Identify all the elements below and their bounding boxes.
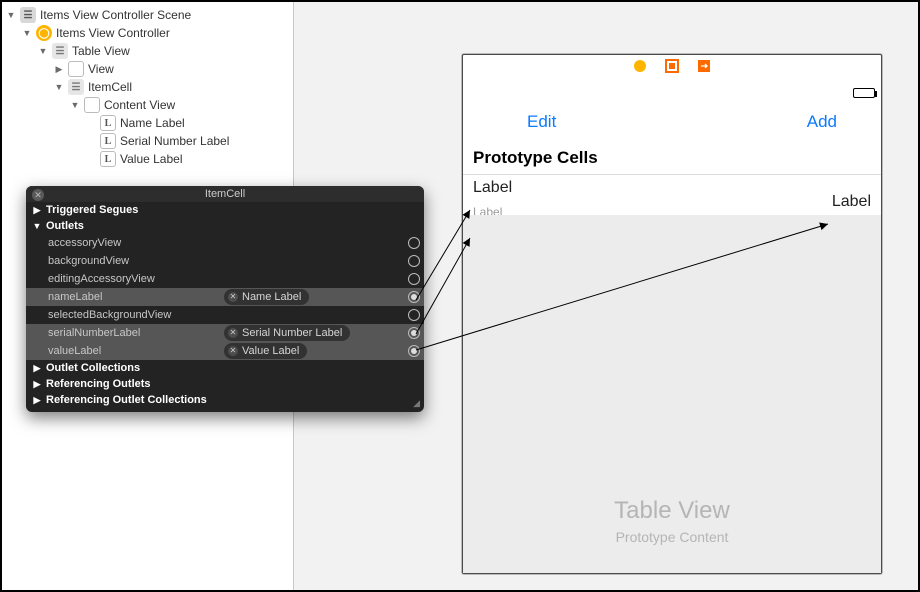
connection-pill[interactable]: ✕ Value Label bbox=[224, 343, 307, 359]
outline-label: View bbox=[88, 62, 114, 76]
view-icon bbox=[84, 97, 100, 113]
outlet-row-editingAccessoryView[interactable]: editingAccessoryView bbox=[26, 270, 424, 288]
section-referencing-outlets[interactable]: ▶Referencing Outlets bbox=[26, 376, 424, 392]
disclosure-triangle-icon[interactable]: ▼ bbox=[38, 46, 48, 56]
status-bar bbox=[463, 82, 881, 102]
outlet-row-accessoryView[interactable]: accessoryView bbox=[26, 234, 424, 252]
outline-value-label[interactable]: ▶ L Value Label bbox=[6, 150, 293, 168]
section-triggered-segues[interactable]: ▶Triggered Segues bbox=[26, 202, 424, 218]
add-button[interactable]: Add bbox=[807, 112, 837, 132]
disclosure-triangle-icon[interactable]: ▶ bbox=[32, 395, 42, 406]
disclosure-triangle-icon[interactable]: ▼ bbox=[54, 82, 64, 92]
outline-viewcontroller[interactable]: ▼ ◯ Items View Controller bbox=[6, 24, 293, 42]
view-icon bbox=[68, 61, 84, 77]
outline-view[interactable]: ▶ View bbox=[6, 60, 293, 78]
disclosure-triangle-icon[interactable]: ▼ bbox=[22, 28, 32, 38]
outlet-row-valueLabel[interactable]: valueLabel ✕ Value Label bbox=[26, 342, 424, 360]
scene-representation-icon[interactable] bbox=[633, 59, 647, 78]
outline-label: Value Label bbox=[120, 152, 183, 166]
connections-inspector-popup[interactable]: ✕ ItemCell ▶Triggered Segues ▼Outlets ac… bbox=[26, 186, 424, 412]
disclosure-triangle-icon[interactable]: ▼ bbox=[32, 221, 42, 231]
disconnect-icon[interactable]: ✕ bbox=[228, 328, 238, 338]
connection-port-icon[interactable] bbox=[408, 255, 420, 267]
close-icon[interactable]: ✕ bbox=[32, 189, 44, 201]
resize-grip-icon[interactable]: ◢ bbox=[413, 398, 420, 409]
exit-icon[interactable] bbox=[697, 59, 711, 78]
navigation-bar: Edit Add bbox=[463, 102, 881, 146]
connection-target: Value Label bbox=[242, 345, 299, 357]
outline-label: Name Label bbox=[120, 116, 185, 130]
connection-target: Serial Number Label bbox=[242, 327, 342, 339]
disconnect-icon[interactable]: ✕ bbox=[228, 346, 238, 356]
outlet-row-backgroundView[interactable]: backgroundView bbox=[26, 252, 424, 270]
disclosure-triangle-icon[interactable]: ▼ bbox=[6, 10, 16, 20]
outline-contentview[interactable]: ▼ Content View bbox=[6, 96, 293, 114]
connection-pill[interactable]: ✕ Serial Number Label bbox=[224, 325, 350, 341]
table-background: Table View Prototype Content bbox=[463, 215, 881, 573]
placeholder-subtitle: Prototype Content bbox=[463, 529, 881, 545]
outlet-row-selectedBackgroundView[interactable]: selectedBackgroundView bbox=[26, 306, 424, 324]
outline-name-label[interactable]: ▶ L Name Label bbox=[6, 114, 293, 132]
placeholder-title: Table View bbox=[463, 497, 881, 525]
connection-port-icon[interactable] bbox=[408, 309, 420, 321]
outline-label: Table View bbox=[72, 44, 130, 58]
connection-port-icon[interactable] bbox=[408, 327, 420, 339]
outlet-name: valueLabel bbox=[48, 345, 218, 357]
connection-target: Name Label bbox=[242, 291, 301, 303]
connection-port-icon[interactable] bbox=[408, 273, 420, 285]
outline-label: ItemCell bbox=[88, 80, 132, 94]
disclosure-triangle-icon[interactable]: ▶ bbox=[32, 379, 42, 390]
tableview-icon: ☰ bbox=[52, 43, 68, 59]
outline-tableview[interactable]: ▼ ☰ Table View bbox=[6, 42, 293, 60]
outlet-row-nameLabel[interactable]: nameLabel ✕ Name Label bbox=[26, 288, 424, 306]
outlet-name: selectedBackgroundView bbox=[48, 309, 218, 321]
interface-builder-scene[interactable]: Edit Add Prototype Cells Label Label Lab… bbox=[462, 54, 882, 574]
battery-icon bbox=[853, 88, 875, 98]
disclosure-triangle-icon[interactable]: ▶ bbox=[32, 205, 42, 216]
outlet-name: nameLabel bbox=[48, 291, 218, 303]
section-outlet-collections[interactable]: ▶Outlet Collections bbox=[26, 360, 424, 376]
label-icon: L bbox=[100, 133, 116, 149]
first-responder-icon[interactable] bbox=[665, 59, 679, 78]
outlet-name: backgroundView bbox=[48, 255, 218, 267]
disclosure-triangle-icon[interactable]: ▶ bbox=[32, 363, 42, 374]
connection-pill[interactable]: ✕ Name Label bbox=[224, 289, 309, 305]
panel-title: ✕ ItemCell bbox=[26, 186, 424, 202]
label-icon: L bbox=[100, 115, 116, 131]
disconnect-icon[interactable]: ✕ bbox=[228, 292, 238, 302]
cell-icon: ☰ bbox=[68, 79, 84, 95]
outline-label: Content View bbox=[104, 98, 175, 112]
outline-scene[interactable]: ▼ ☰ Items View Controller Scene bbox=[6, 6, 293, 24]
scene-icon: ☰ bbox=[20, 7, 36, 23]
outlet-name: editingAccessoryView bbox=[48, 273, 218, 285]
prototype-cells-header: Prototype Cells bbox=[463, 146, 881, 174]
value-label[interactable]: Label bbox=[832, 193, 871, 211]
outlet-name: accessoryView bbox=[48, 237, 218, 249]
label-icon: L bbox=[100, 151, 116, 167]
outline-label: Items View Controller Scene bbox=[40, 8, 191, 22]
edit-button[interactable]: Edit bbox=[527, 112, 556, 132]
name-label[interactable]: Label bbox=[473, 179, 512, 197]
outlet-row-serialNumberLabel[interactable]: serialNumberLabel ✕ Serial Number Label bbox=[26, 324, 424, 342]
section-outlets[interactable]: ▼Outlets bbox=[26, 218, 424, 234]
outline-serial-label[interactable]: ▶ L Serial Number Label bbox=[6, 132, 293, 150]
connection-port-icon[interactable] bbox=[408, 291, 420, 303]
outlet-name: serialNumberLabel bbox=[48, 327, 218, 339]
viewcontroller-icon: ◯ bbox=[36, 25, 52, 41]
disclosure-triangle-icon[interactable]: ▼ bbox=[70, 100, 80, 110]
connection-port-icon[interactable] bbox=[408, 345, 420, 357]
disclosure-triangle-icon[interactable]: ▶ bbox=[54, 64, 64, 75]
outline-label: Serial Number Label bbox=[120, 134, 229, 148]
outline-label: Items View Controller bbox=[56, 26, 170, 40]
section-referencing-outlet-collections[interactable]: ▶Referencing Outlet Collections bbox=[26, 392, 424, 412]
connection-port-icon[interactable] bbox=[408, 237, 420, 249]
outline-itemcell[interactable]: ▼ ☰ ItemCell bbox=[6, 78, 293, 96]
